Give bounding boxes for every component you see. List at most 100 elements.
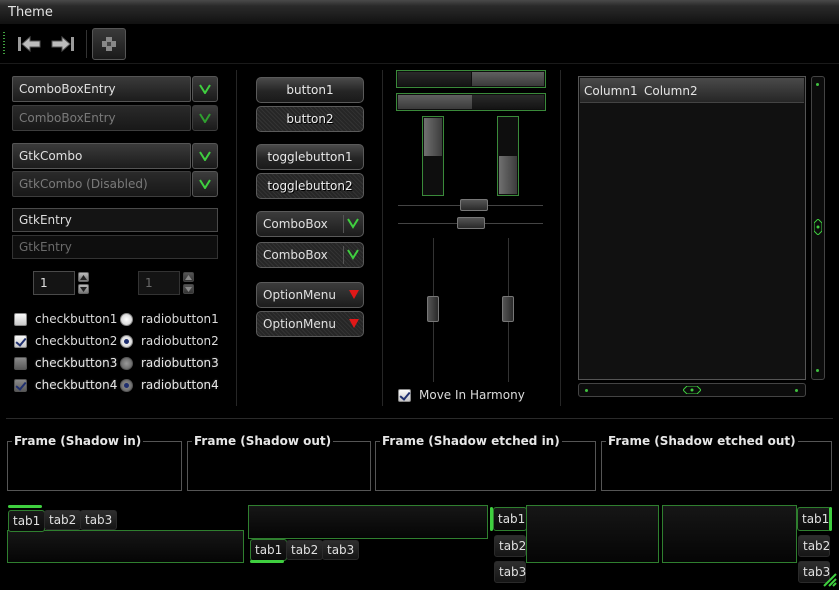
combobox1[interactable]: ComboBox (256, 211, 364, 237)
optionmenu2-label: OptionMenu (263, 317, 336, 331)
radiobutton2-circle[interactable] (120, 335, 133, 348)
tree-header: Column1 Column2 (580, 78, 804, 103)
frame-shadow-in-label: Frame (Shadow in) (12, 434, 144, 448)
combobox2-separator (343, 246, 344, 264)
column2-header[interactable]: Column2 (644, 84, 698, 98)
forward-button[interactable] (48, 31, 78, 57)
notebook-bottom-tab2[interactable]: tab2 (286, 540, 324, 560)
checkbutton1-label[interactable]: checkbutton1 (35, 312, 117, 326)
notebook-bottom-page (248, 505, 488, 539)
menu-item-theme[interactable]: Theme (8, 5, 53, 20)
notebook-top-tab1[interactable]: tab1 (8, 510, 46, 532)
frame-shadow-etched-out-label: Frame (Shadow etched out) (606, 434, 798, 448)
notebook-top-tab2[interactable]: tab2 (44, 510, 82, 530)
toolbar-separator (86, 30, 87, 58)
spin-up-button[interactable] (78, 272, 89, 282)
optionmenu2[interactable]: OptionMenu (256, 311, 364, 337)
tree-view[interactable]: Column1 Column2 (578, 76, 806, 380)
radiobutton1-label[interactable]: radiobutton1 (141, 312, 219, 326)
vertical-scrollbar[interactable] (811, 76, 825, 380)
radiobutton4-circle (120, 379, 133, 392)
gtk-entry[interactable]: GtkEntry (12, 208, 218, 232)
notebook-left-tab3[interactable]: tab3 (494, 561, 526, 583)
arrow-down-icon (80, 286, 87, 292)
vslider-thumb-1[interactable] (427, 296, 439, 322)
move-in-harmony-label[interactable]: Move In Harmony (419, 388, 525, 402)
active-tab-indicator (490, 507, 493, 531)
gtkcombo-disabled-dropdown-button (192, 171, 218, 197)
progress-fill (499, 156, 517, 194)
frame-shadow-out: Frame (Shadow out) (187, 434, 371, 491)
button2[interactable]: button2 (256, 106, 364, 132)
vertical-progress-bar-1 (422, 116, 444, 196)
toolbar-item-button[interactable] (92, 28, 126, 60)
toolbar-item-icon (102, 37, 116, 51)
chevron-down-icon (199, 151, 211, 161)
scroll-arrow-left-icon (585, 389, 588, 392)
toolbar-grip[interactable] (3, 32, 5, 54)
radiobutton1-circle[interactable] (120, 313, 133, 326)
chevron-down-icon (347, 218, 359, 229)
combobox1-label: ComboBox (263, 217, 328, 231)
frame-shadow-etched-in-label: Frame (Shadow etched in) (380, 434, 562, 448)
spin-down-button[interactable] (78, 284, 89, 294)
notebook-right-tab1[interactable]: tab1 (797, 507, 831, 531)
checkbutton4-box (14, 379, 27, 392)
spin-button-field[interactable]: 1 (33, 271, 75, 295)
combobox-entry-disabled-dropdown-button (192, 105, 218, 131)
hslider-thumb-1[interactable] (460, 199, 488, 211)
back-icon (18, 35, 41, 53)
column-separator (236, 70, 237, 406)
togglebutton1[interactable]: togglebutton1 (256, 144, 364, 170)
column1-header[interactable]: Column1 (584, 84, 638, 98)
checkbutton2-box[interactable] (14, 335, 27, 348)
back-button[interactable] (14, 31, 44, 57)
gtkcombo-field[interactable]: GtkCombo (12, 143, 191, 169)
notebook-top-tab3[interactable]: tab3 (80, 510, 118, 530)
chevron-down-icon (199, 179, 211, 189)
togglebutton2[interactable]: togglebutton2 (256, 173, 364, 199)
scroll-thumb-grip-icon (683, 386, 701, 394)
checkbutton3-box (14, 357, 27, 370)
move-in-harmony-checkbox[interactable] (398, 389, 411, 402)
combobox-entry-disabled: ComboBoxEntry (12, 105, 191, 131)
checkbutton2-label[interactable]: checkbutton2 (35, 334, 117, 348)
combobox-entry[interactable]: ComboBoxEntry (12, 76, 191, 102)
frame-shadow-out-label: Frame (Shadow out) (192, 434, 334, 448)
checkbutton3-label: checkbutton3 (35, 356, 118, 370)
gtk-entry-disabled: GtkEntry (12, 235, 218, 259)
forward-icon (51, 35, 74, 53)
menubar (0, 0, 839, 24)
notebook-bottom-tab3[interactable]: tab3 (322, 540, 360, 560)
chevron-down-icon (347, 249, 359, 260)
optionmenu1[interactable]: OptionMenu (256, 282, 364, 308)
combobox2[interactable]: ComboBox (256, 242, 364, 268)
triangle-down-icon (349, 319, 359, 328)
active-tab-indicator (250, 560, 284, 563)
chevron-down-icon (199, 84, 211, 94)
combobox-entry-dropdown-button[interactable] (192, 76, 218, 102)
spin-down-button-disabled (183, 284, 194, 294)
vslider-thumb-2[interactable] (502, 296, 514, 322)
checkbutton1-box[interactable] (14, 313, 27, 326)
toolbar-bottom-border (0, 63, 839, 64)
hslider-thumb-2[interactable] (457, 217, 485, 229)
progress-trough-dark (398, 72, 471, 86)
scroll-arrow-right-icon (795, 389, 798, 392)
notebook-left-tab2[interactable]: tab2 (494, 535, 526, 557)
resize-grip-icon[interactable] (822, 572, 838, 588)
notebook-left-tab1[interactable]: tab1 (493, 507, 527, 531)
notebook-bottom-tab1[interactable]: tab1 (250, 539, 288, 561)
gtkcombo-dropdown-button[interactable] (192, 143, 218, 169)
checkbutton4-label: checkbutton4 (35, 378, 118, 392)
horizontal-scrollbar[interactable] (578, 383, 806, 397)
scroll-arrow-down-icon (816, 369, 819, 372)
notebook-right-tab2[interactable]: tab2 (798, 535, 830, 557)
frame-shadow-etched-out: Frame (Shadow etched out) (601, 434, 832, 491)
scroll-thumb-grip-icon (814, 219, 822, 235)
radiobutton2-label[interactable]: radiobutton2 (141, 334, 219, 348)
button1[interactable]: button1 (256, 77, 364, 103)
spin-button-field-disabled: 1 (138, 271, 180, 295)
optionmenu1-label: OptionMenu (263, 288, 336, 302)
arrow-up-icon (80, 274, 87, 280)
